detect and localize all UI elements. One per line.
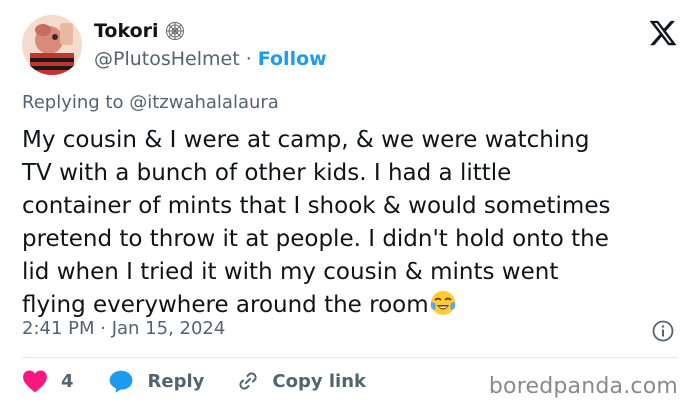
author-display-name[interactable]: Tokori xyxy=(94,20,159,42)
like-count: 4 xyxy=(61,370,74,392)
replying-to-mention[interactable]: @itzwahalalaura xyxy=(129,92,279,113)
reply-button[interactable]: Reply xyxy=(108,369,205,393)
author-handle[interactable]: @PlutosHelmet xyxy=(94,48,240,70)
link-icon xyxy=(239,372,257,390)
action-bar: 4 Reply Copy link xyxy=(22,369,366,393)
heart-icon xyxy=(23,370,47,393)
reply-icon xyxy=(109,370,132,393)
tweet-line: pretend to throw it at people. I didn't … xyxy=(22,226,609,252)
copy-link-label: Copy link xyxy=(272,370,366,392)
follow-button[interactable]: Follow xyxy=(258,48,327,70)
tweet-line: flying everywhere around the room xyxy=(22,292,429,318)
tears-of-joy-emoji-icon xyxy=(430,291,455,315)
reply-label: Reply xyxy=(147,370,205,392)
avatar-image xyxy=(22,15,82,75)
replying-to-label: Replying to xyxy=(22,92,124,113)
spiderweb-icon xyxy=(165,22,184,40)
avatar[interactable] xyxy=(22,15,82,75)
watermark: boredpanda.com xyxy=(488,374,678,399)
tweet-text: My cousin & I were at camp, & we were wa… xyxy=(22,124,682,322)
replying-to: Replying to @itzwahalalaura xyxy=(22,92,279,113)
divider xyxy=(22,357,678,358)
like-button[interactable]: 4 xyxy=(22,369,74,393)
tweet-line: My cousin & I were at camp, & we were wa… xyxy=(22,127,590,153)
tweet-line: lid when I tried it with my cousin & min… xyxy=(22,259,559,285)
author-name-row: Tokori xyxy=(94,20,185,42)
tweet-line: container of mints that I shook & would … xyxy=(22,193,611,219)
x-logo-icon[interactable] xyxy=(648,18,678,48)
handle-separator: · xyxy=(245,48,252,70)
author-handle-row: @PlutosHelmet · Follow xyxy=(94,48,327,70)
tweet-line: TV with a bunch of other kids. I had a l… xyxy=(22,160,512,186)
info-icon[interactable] xyxy=(651,319,675,343)
copy-link-button[interactable]: Copy link xyxy=(236,369,366,393)
tweet-timestamp[interactable]: 2:41 PM · Jan 15, 2024 xyxy=(22,318,225,339)
